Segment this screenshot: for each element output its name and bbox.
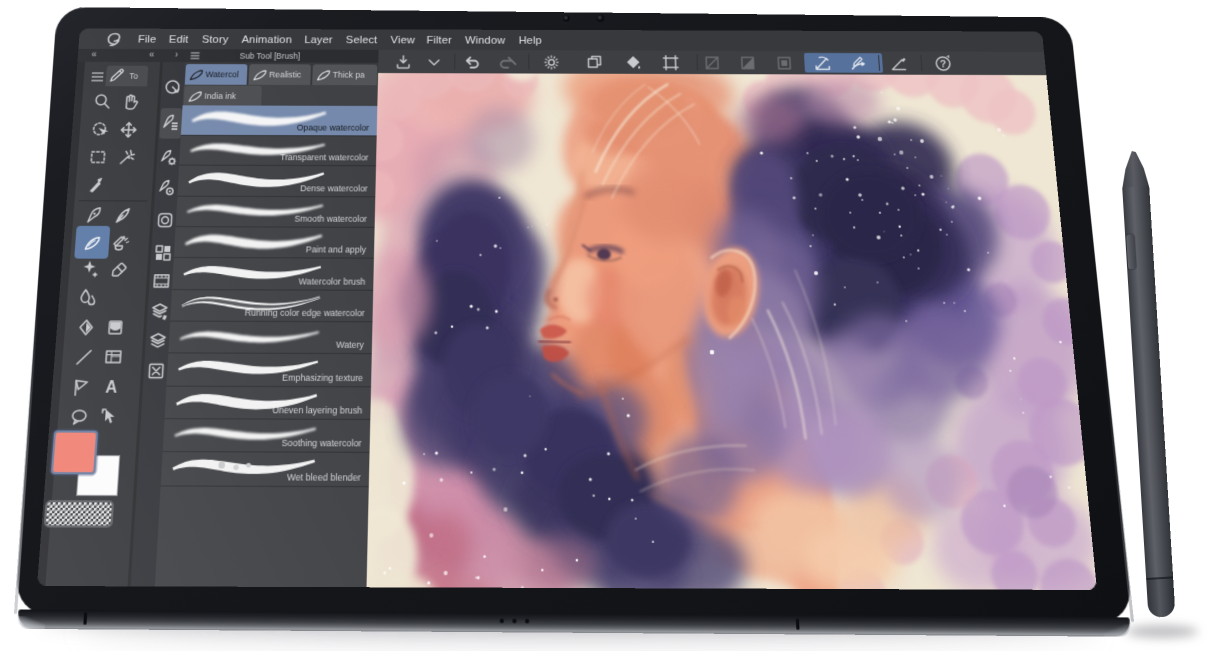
svg-text:A: A bbox=[104, 379, 117, 398]
svg-text:?: ? bbox=[940, 59, 947, 70]
